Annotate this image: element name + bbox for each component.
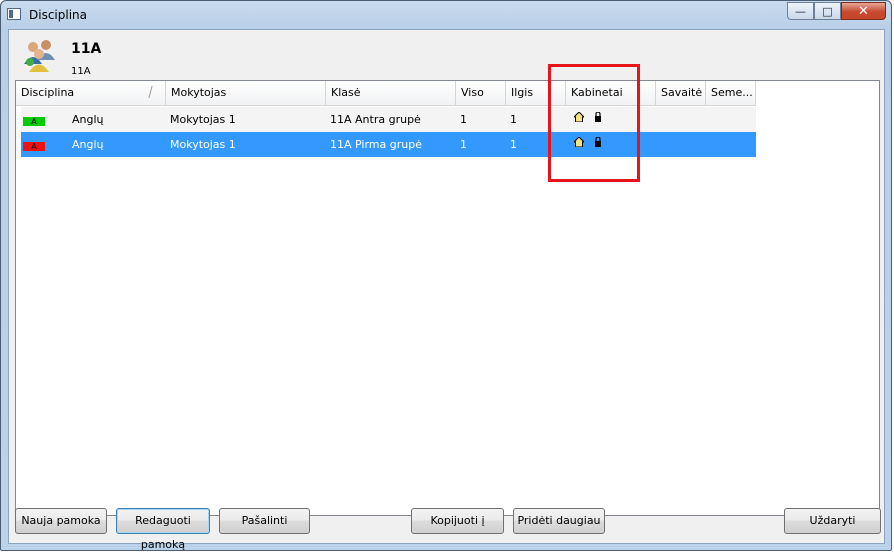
- users-group-icon: [24, 40, 55, 72]
- dialog-window: Disciplina — □ ✕ 11A 11A Disciplina Moky…: [0, 0, 892, 551]
- column-label: Mokytojas: [171, 86, 227, 99]
- lock-icon[interactable]: [594, 137, 602, 147]
- edit-lesson-button[interactable]: Redaguoti pamoką: [116, 508, 210, 551]
- add-more-button[interactable]: Pridėti daugiau: [513, 508, 605, 534]
- close-dialog-button[interactable]: Uždaryti: [784, 508, 881, 534]
- column-label: Kabinetai: [571, 86, 623, 99]
- home-icon[interactable]: [574, 112, 584, 122]
- column-header-klase[interactable]: Klasė: [326, 81, 456, 105]
- cell-kabinetai[interactable]: [566, 107, 656, 132]
- cell-klase: 11A Antra grupė: [330, 113, 421, 126]
- column-header-savaite[interactable]: Savaitė: [656, 81, 706, 105]
- cell-viso: 1: [460, 113, 467, 126]
- sort-icon: [148, 86, 159, 98]
- cell-disciplina: A Anglų: [21, 132, 166, 157]
- table-row-selected[interactable]: A Anglų Mokytojas 1 11A Pirma grupė 1 1: [21, 132, 756, 157]
- title-bar[interactable]: Disciplina — □ ✕: [1, 1, 891, 29]
- cell-mokytojas: Mokytojas 1: [170, 113, 236, 126]
- subject-color-tag: A: [23, 142, 45, 151]
- copy-to-button[interactable]: Kopijuoti į: [411, 508, 504, 534]
- maximize-button[interactable]: □: [814, 2, 841, 20]
- cell-ilgis: 1: [510, 138, 517, 151]
- dialog-body: 11A 11A Disciplina Mokytojas Klasė Viso …: [8, 29, 885, 551]
- cell-ilgis: 1: [510, 113, 517, 126]
- table-row[interactable]: A Anglų Mokytojas 1 11A Antra grupė 1 1: [21, 107, 756, 133]
- new-lesson-button[interactable]: Nauja pamoka: [15, 508, 107, 534]
- cell-savaite: [656, 132, 706, 157]
- column-header-viso[interactable]: Viso: [456, 81, 506, 105]
- group-subtitle: 11A: [71, 66, 91, 77]
- cell-kabinetai[interactable]: [566, 132, 656, 157]
- home-icon[interactable]: [574, 137, 584, 147]
- cell-savaite: [656, 107, 706, 132]
- cell-disciplina: A Anglų: [21, 107, 166, 132]
- window-icon: [7, 8, 21, 20]
- subject-name: Anglų: [72, 113, 104, 126]
- cell-semestras: [706, 107, 756, 132]
- cell-viso: 1: [460, 138, 467, 151]
- cell-semestras: [706, 132, 756, 157]
- window-title: Disciplina: [29, 8, 88, 22]
- column-header-mokytojas[interactable]: Mokytojas: [166, 81, 326, 105]
- close-window-button[interactable]: ✕: [841, 2, 886, 20]
- column-label: Seme...: [711, 86, 753, 99]
- lessons-grid[interactable]: Disciplina Mokytojas Klasė Viso Ilgis Ka…: [15, 80, 880, 516]
- column-label: Ilgis: [511, 86, 534, 99]
- column-header-semestras[interactable]: Seme...: [706, 81, 756, 105]
- column-header-disciplina[interactable]: Disciplina: [16, 81, 166, 105]
- minimize-button[interactable]: —: [787, 2, 814, 20]
- column-header-kabinetai[interactable]: Kabinetai: [566, 81, 656, 105]
- lock-icon[interactable]: [594, 112, 602, 122]
- subject-name: Anglų: [72, 138, 104, 151]
- column-header-ilgis[interactable]: Ilgis: [506, 81, 566, 105]
- column-label: Savaitė: [661, 86, 703, 99]
- delete-button[interactable]: Pašalinti: [219, 508, 310, 534]
- column-label: Disciplina: [21, 86, 75, 99]
- cell-mokytojas: Mokytojas 1: [170, 138, 236, 151]
- column-label: Klasė: [331, 86, 361, 99]
- grid-header: Disciplina Mokytojas Klasė Viso Ilgis Ka…: [16, 81, 756, 106]
- cell-klase: 11A Pirma grupė: [330, 138, 422, 151]
- subject-color-tag: A: [23, 117, 45, 126]
- group-title: 11A: [71, 41, 102, 57]
- column-label: Viso: [461, 86, 484, 99]
